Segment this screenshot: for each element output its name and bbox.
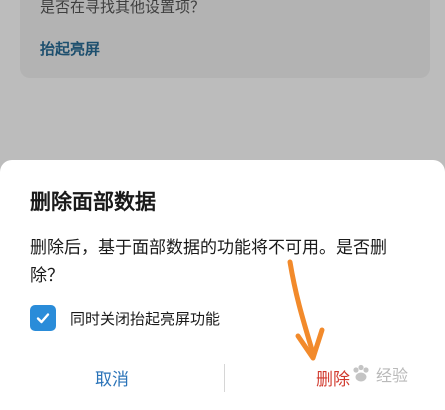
paw-icon (353, 364, 369, 382)
checkmark-icon (36, 313, 50, 324)
watermark-text: 经验 (376, 366, 409, 385)
dialog-title: 删除面部数据 (30, 190, 156, 214)
checkbox-label: 同时关闭抬起亮屏功能 (70, 309, 221, 328)
raise-to-wake-link[interactable]: 抬起亮屏 (40, 38, 100, 59)
disable-raise-to-wake-option[interactable]: 同时关闭抬起亮屏功能 (30, 305, 220, 331)
dialog-message: 删除后，基于面部数据的功能将不可用。是否删除？ (30, 238, 387, 286)
cancel-button[interactable]: 取消 (12, 356, 212, 398)
checkbox[interactable] (30, 305, 56, 331)
watermark: 经验 (350, 362, 408, 386)
button-divider (224, 364, 225, 392)
orange-arrow-icon (287, 259, 325, 361)
related-settings-question: 是否在寻找其他设置项？ (40, 0, 206, 16)
